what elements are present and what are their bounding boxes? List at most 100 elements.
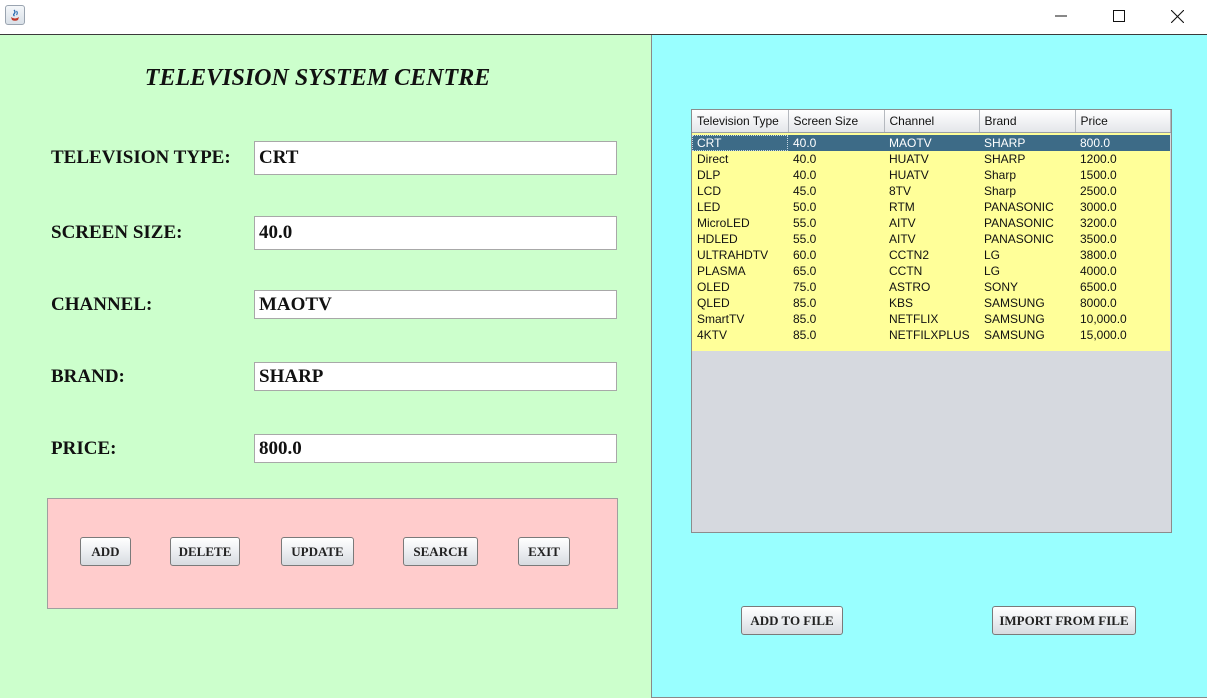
table-cell: 4KTV [692,327,788,343]
table-cell: 6500.0 [1075,279,1170,295]
table-cell: HDLED [692,231,788,247]
table-cell: LG [979,263,1075,279]
action-button-panel: ADD DELETE UPDATE SEARCH EXIT [47,498,618,609]
table-cell: 15,000.0 [1075,327,1170,343]
table-row[interactable]: LCD 45.0 8TV Sharp 2500.0 [692,183,1170,199]
table-row[interactable]: PLASMA 65.0 CCTN LG 4000.0 [692,263,1170,279]
table-cell: 1200.0 [1075,151,1170,167]
table-cell: DLP [692,167,788,183]
television-table: Television Type Screen Size Channel Brand Pr… [692,110,1171,351]
import-from-file-button[interactable]: IMPORT FROM FILE [992,606,1136,635]
form-panel: TELEVISION SYSTEM CENTRE TELEVISION TYPE… [0,35,651,698]
table-cell: 40.0 [788,135,884,151]
table-cell: HUATV [884,167,979,183]
table-cell: 40.0 [788,167,884,183]
column-header[interactable]: Price [1075,110,1171,133]
table-cell: 1500.0 [1075,167,1170,183]
window-title-bar [0,0,1207,35]
table-cell: 10,000.0 [1075,311,1170,327]
table-row[interactable]: CRT 40.0 MAOTV SHARP 800.0 [692,135,1170,151]
table-cell: SAMSUNG [979,311,1075,327]
table-cell: PLASMA [692,263,788,279]
table-row[interactable]: DLP 40.0 HUATV Sharp 1500.0 [692,167,1170,183]
maximize-button[interactable] [1096,0,1142,32]
table-scroll-pane[interactable]: Television Type Screen Size Channel Brand Pr… [691,109,1172,533]
television-type-label: TELEVISION TYPE: [51,147,231,168]
table-cell: 60.0 [788,247,884,263]
table-cell: LG [979,247,1075,263]
table-cell: Sharp [979,183,1075,199]
table-cell: CCTN [884,263,979,279]
table-cell: 40.0 [788,151,884,167]
minimize-button[interactable] [1038,0,1084,32]
table-cell: SHARP [979,135,1075,151]
table-cell: CCTN2 [884,247,979,263]
table-cell: ASTRO [884,279,979,295]
table-row[interactable]: 4KTV 85.0 NETFILXPLUS SAMSUNG 15,000.0 [692,327,1170,343]
table-row[interactable]: SmartTV 85.0 NETFLIX SAMSUNG 10,000.0 [692,311,1170,327]
table-cell: 50.0 [788,199,884,215]
table-cell: 85.0 [788,295,884,311]
price-field[interactable] [254,434,617,463]
table-cell: KBS [884,295,979,311]
table-cell: CRT [692,135,788,151]
update-button[interactable]: UPDATE [281,537,354,566]
table-cell: 65.0 [788,263,884,279]
screen-size-field[interactable] [254,216,617,250]
table-cell: AITV [884,215,979,231]
table-cell: 2500.0 [1075,183,1170,199]
add-button[interactable]: ADD [80,537,131,566]
column-header[interactable]: Channel [884,110,980,133]
column-header[interactable]: Screen Size [788,110,885,133]
table-cell: 45.0 [788,183,884,199]
table-cell: Sharp [979,167,1075,183]
delete-button[interactable]: DELETE [170,537,240,566]
table-row[interactable]: Direct 40.0 HUATV SHARP 1200.0 [692,151,1170,167]
table-cell: 55.0 [788,215,884,231]
table-cell: 8TV [884,183,979,199]
table-cell: 8000.0 [1075,295,1170,311]
java-app-icon [5,5,25,25]
channel-label: CHANNEL: [51,294,153,315]
table-row[interactable]: MicroLED 55.0 AITV PANASONIC 3200.0 [692,215,1170,231]
table-cell: PANASONIC [979,231,1075,247]
table-row[interactable]: HDLED 55.0 AITV PANASONIC 3500.0 [692,231,1170,247]
table-cell: 3800.0 [1075,247,1170,263]
table-cell: AITV [884,231,979,247]
table-cell: 3000.0 [1075,199,1170,215]
price-label: PRICE: [51,438,117,459]
search-button[interactable]: SEARCH [403,537,478,566]
table-cell: 55.0 [788,231,884,247]
channel-field[interactable] [254,290,617,319]
minimize-icon [1055,15,1067,17]
table-cell: OLED [692,279,788,295]
table-cell: SAMSUNG [979,295,1075,311]
close-icon [1170,9,1184,23]
table-row[interactable]: OLED 75.0 ASTRO SONY 6500.0 [692,279,1170,295]
table-cell: MAOTV [884,135,979,151]
brand-label: BRAND: [51,366,125,387]
column-header[interactable]: Brand [979,110,1076,133]
table-row[interactable]: ULTRAHDTV 60.0 CCTN2 LG 3800.0 [692,247,1170,263]
table-cell: 3500.0 [1075,231,1170,247]
table-cell: Direct [692,151,788,167]
table-row[interactable]: LED 50.0 RTM PANASONIC 3000.0 [692,199,1170,215]
television-type-field[interactable] [254,141,617,175]
add-to-file-button[interactable]: ADD TO FILE [741,606,843,635]
close-button[interactable] [1154,0,1200,32]
screen-size-label: SCREEN SIZE: [51,222,183,243]
table-cell: 85.0 [788,327,884,343]
table-cell: QLED [692,295,788,311]
column-header[interactable]: Television Type [692,110,789,133]
maximize-icon [1113,10,1125,22]
table-cell: LED [692,199,788,215]
brand-field[interactable] [254,362,617,391]
table-cell: PANASONIC [979,199,1075,215]
table-cell: LCD [692,183,788,199]
table-cell: HUATV [884,151,979,167]
table-cell: 800.0 [1075,135,1170,151]
table-cell: ULTRAHDTV [692,247,788,263]
table-cell: SHARP [979,151,1075,167]
table-row[interactable]: QLED 85.0 KBS SAMSUNG 8000.0 [692,295,1170,311]
exit-button[interactable]: EXIT [518,537,570,566]
